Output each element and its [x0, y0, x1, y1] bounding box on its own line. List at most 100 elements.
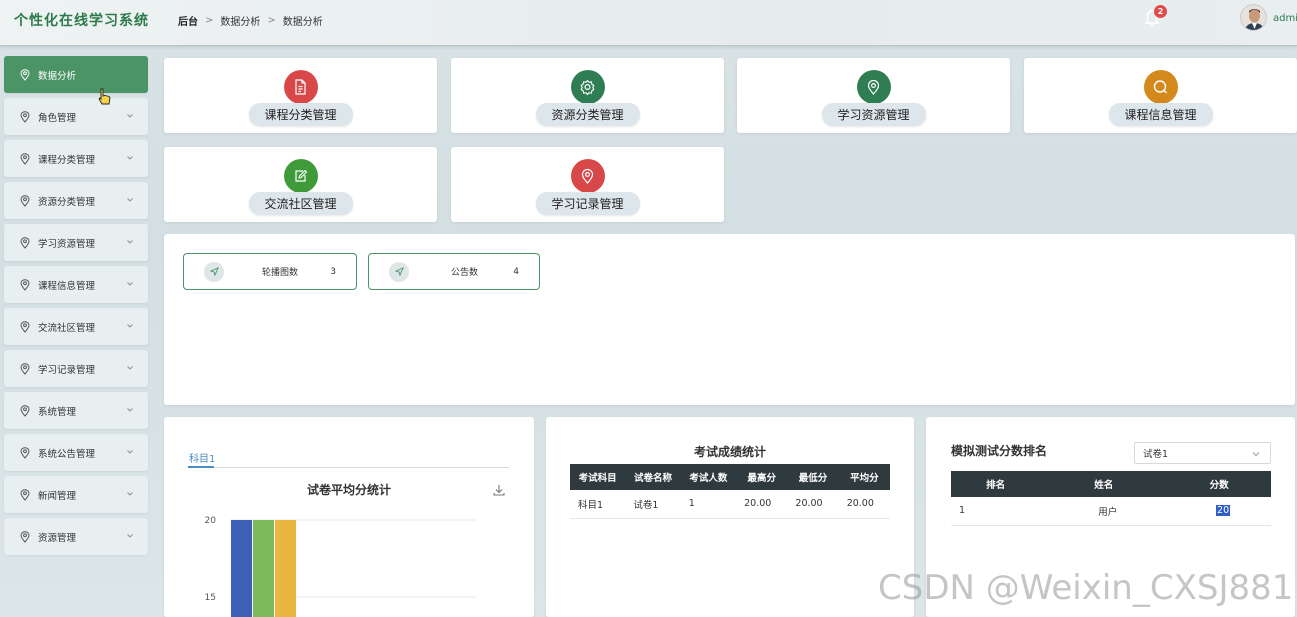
sidebar-item-label: 学习资源管理	[38, 238, 96, 250]
chevron-down-icon	[127, 408, 133, 412]
stat-label: 公告数	[451, 268, 479, 278]
table-cell: 1	[951, 497, 1041, 526]
location-pin-icon	[20, 68, 30, 81]
breadcrumb-item[interactable]: 数据分析	[220, 13, 260, 28]
breadcrumb-current: 数据分析	[282, 17, 323, 28]
column-header: 排名	[951, 471, 1041, 497]
avg-score-chart-card: 科目1 试卷平均分统计 20 15	[164, 417, 534, 617]
sidebar-item-10[interactable]: 新闻管理	[4, 476, 148, 513]
column-header: 最高分	[736, 464, 788, 490]
table-cell: 科目1	[570, 490, 626, 519]
module-tile-label: 学习资源管理	[821, 103, 926, 126]
table-row: 1 用户 20	[951, 497, 1271, 526]
chevron-down-icon	[1252, 452, 1260, 457]
stat-banner-count[interactable]: 轮播图数 3	[183, 253, 357, 290]
stat-value: 4	[513, 266, 519, 277]
chevron-right-icon: >	[205, 15, 214, 26]
search-icon	[1143, 70, 1178, 104]
sidebar-item-label: 交流社区管理	[38, 322, 96, 334]
sidebar-item-4[interactable]: 学习资源管理	[4, 224, 148, 261]
exam-stats-card: 考试成绩统计 考试科目 试卷名称 考试人数 最高分 最低分 平均分 科目1 试卷1 1 20.0…	[546, 417, 914, 617]
table-cell: 用户	[1040, 497, 1168, 526]
chevron-down-icon	[127, 198, 133, 202]
sidebar-item-label: 学习记录管理	[38, 364, 96, 376]
sidebar-item-5[interactable]: 课程信息管理	[4, 266, 148, 303]
breadcrumb: 后台 > 数据分析 > 数据分析	[178, 13, 323, 28]
module-tile-0[interactable]: 课程分类管理	[164, 58, 437, 133]
download-icon[interactable]	[492, 483, 506, 497]
module-tile-2[interactable]: 学习资源管理	[737, 58, 1010, 133]
module-tile-5[interactable]: 学习记录管理	[451, 147, 724, 222]
location-pin-icon	[20, 446, 30, 459]
location-pin-icon	[20, 362, 30, 375]
bar-series-2[interactable]	[275, 520, 296, 617]
top-header: 个性化在线学习系统 后台 > 数据分析 > 数据分析 2 admi	[0, 0, 1297, 46]
chevron-down-icon	[127, 534, 133, 538]
column-header: 试卷名称	[625, 464, 681, 490]
gear-icon	[570, 70, 605, 104]
sidebar-item-6[interactable]: 交流社区管理	[4, 308, 148, 345]
sidebar-item-label: 系统公告管理	[38, 448, 96, 460]
location-pin-icon	[20, 110, 30, 123]
location-pin-icon	[20, 152, 30, 165]
chevron-right-icon: >	[267, 15, 276, 26]
sidebar-item-7[interactable]: 学习记录管理	[4, 350, 148, 387]
bar-series-0[interactable]	[231, 520, 252, 617]
username[interactable]: admi	[1273, 13, 1297, 24]
breadcrumb-home[interactable]: 后台	[178, 13, 198, 28]
tab-subject[interactable]: 科目1	[189, 450, 215, 465]
sidebar-item-11[interactable]: 资源管理	[4, 518, 148, 555]
chevron-down-icon	[127, 450, 133, 454]
sidebar-item-8[interactable]: 系统管理	[4, 392, 148, 429]
navigation-icon	[389, 261, 409, 282]
location-pin-icon	[20, 278, 30, 291]
avg-score-bar-chart: 2015	[205, 516, 476, 617]
sidebar-item-label: 课程信息管理	[38, 280, 96, 292]
chevron-down-icon	[127, 366, 133, 370]
location-icon	[856, 70, 891, 104]
location-icon	[570, 159, 605, 193]
avatar[interactable]	[1240, 4, 1267, 31]
sidebar-item-label: 资源管理	[38, 532, 77, 544]
table-cell: 20.00	[787, 490, 839, 519]
location-pin-icon	[20, 194, 30, 207]
module-tile-1[interactable]: 资源分类管理	[451, 58, 724, 133]
chevron-down-icon	[127, 114, 133, 118]
sidebar-item-9[interactable]: 系统公告管理	[4, 434, 148, 471]
column-header: 平均分	[838, 464, 890, 490]
edit-icon	[283, 159, 318, 193]
sidebar-item-1[interactable]: 角色管理	[4, 98, 148, 135]
module-tile-4[interactable]: 交流社区管理	[164, 147, 437, 222]
exam-stats-title: 考试成绩统计	[693, 445, 766, 459]
sidebar-item-label: 课程分类管理	[38, 154, 96, 166]
chevron-down-icon	[127, 282, 133, 286]
chart-title: 试卷平均分统计	[306, 483, 391, 497]
paper-select-value: 试卷1	[1143, 449, 1169, 460]
location-pin-icon	[20, 404, 30, 417]
stats-panel: 轮播图数 3 公告数 4	[164, 234, 1295, 405]
column-header: 姓名	[1040, 471, 1168, 497]
sidebar-item-3[interactable]: 资源分类管理	[4, 182, 148, 219]
tab-active-indicator	[188, 466, 214, 468]
chevron-down-icon	[127, 240, 133, 244]
location-pin-icon	[20, 488, 30, 501]
chevron-down-icon	[127, 156, 133, 160]
navigation-icon	[204, 261, 224, 282]
bar-series-1[interactable]	[253, 520, 274, 617]
paper-select[interactable]: 试卷1	[1134, 442, 1271, 464]
sidebar-item-0[interactable]: 数据分析	[4, 56, 148, 93]
sidebar-item-2[interactable]: 课程分类管理	[4, 140, 148, 177]
table-cell: 20.00	[736, 490, 788, 519]
column-header: 最低分	[787, 464, 839, 490]
table-cell: 试卷1	[625, 490, 681, 519]
document-icon	[283, 70, 318, 104]
sidebar: 数据分析角色管理课程分类管理资源分类管理学习资源管理 课程信息管理 交流社区管理 学习…	[4, 56, 148, 560]
table-row: 科目1 试卷1 1 20.00 20.00 20.00	[570, 490, 890, 519]
sidebar-item-label: 数据分析	[38, 70, 77, 82]
selected-score-text: 20	[1216, 505, 1231, 517]
stat-notice-count[interactable]: 公告数 4	[368, 253, 540, 290]
module-tile-3[interactable]: 课程信息管理	[1024, 58, 1297, 133]
tab-divider	[188, 467, 509, 468]
chevron-down-icon	[127, 492, 133, 496]
ranking-title: 模拟测试分数排名	[951, 444, 1048, 458]
